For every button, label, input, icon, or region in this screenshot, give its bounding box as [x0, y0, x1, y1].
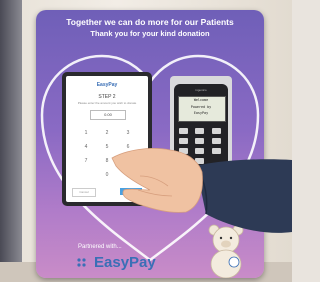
photo-scene: Together we can do more for our Patients… [0, 0, 292, 282]
hand-and-arm [111, 148, 292, 233]
